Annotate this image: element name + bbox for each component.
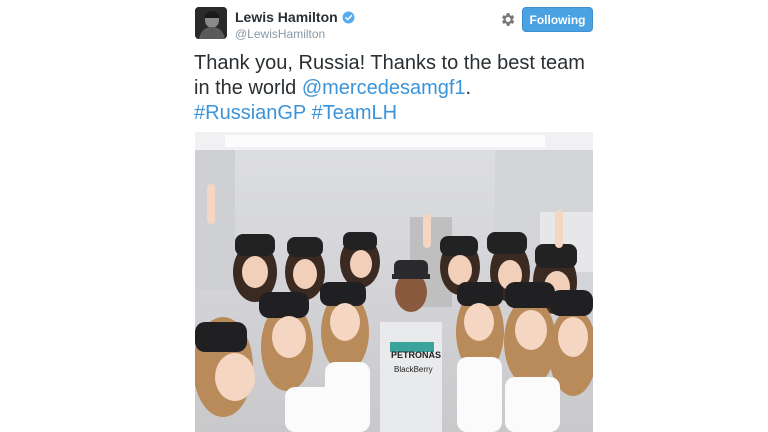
tweet-photo[interactable]: PETRONAS BlackBerry: [195, 132, 593, 432]
tweet-line-1: Thank you, Russia! Thanks to the best te…: [194, 52, 585, 74]
author-name[interactable]: Lewis Hamilton: [235, 9, 338, 25]
tweet-text-segment: in the world: [194, 77, 302, 99]
shirt-text-blackberry: BlackBerry: [394, 365, 433, 374]
hashtag-link-teamlh[interactable]: #TeamLH: [311, 102, 397, 124]
group-photo-illustration: PETRONAS BlackBerry: [195, 132, 593, 432]
tweet-line-2: in the world @mercedesamgf1.: [194, 76, 604, 101]
hashtag-link-russiangp[interactable]: #RussianGP: [194, 102, 306, 124]
shirt-text-petronas: PETRONAS: [391, 350, 441, 360]
tweet-text: Thank you, Russia! Thanks to the best te…: [194, 51, 604, 126]
tweet-line-3: #RussianGP #TeamLH: [194, 101, 604, 126]
gear-icon[interactable]: [499, 11, 516, 28]
mention-link[interactable]: @mercedesamgf1: [302, 77, 466, 99]
profile-photo: [195, 7, 227, 39]
author-handle[interactable]: @LewisHamilton: [235, 27, 325, 41]
tweet-text-segment: .: [465, 77, 472, 99]
avatar[interactable]: [195, 7, 227, 39]
following-button[interactable]: Following: [522, 7, 593, 32]
verified-badge-icon: [342, 11, 355, 23]
